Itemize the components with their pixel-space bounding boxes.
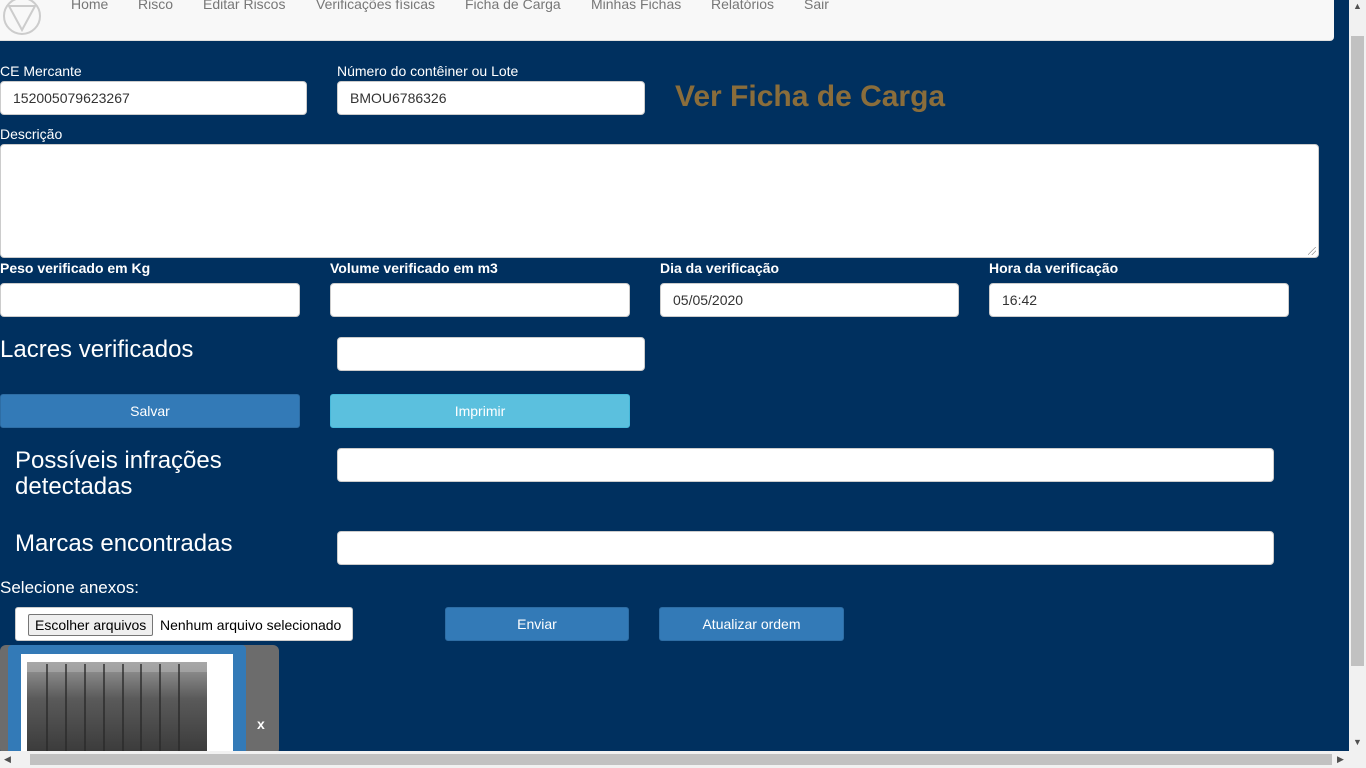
logo-icon[interactable] bbox=[2, 0, 42, 36]
hora-label: Hora da verificação bbox=[989, 260, 1119, 276]
ce-mercante-label: CE Mercante bbox=[0, 63, 82, 79]
scroll-down-icon[interactable]: ▼ bbox=[1353, 738, 1362, 747]
nav-minhas-fichas[interactable]: Minhas Fichas bbox=[591, 0, 681, 12]
volume-input[interactable] bbox=[330, 283, 630, 317]
peso-label: Peso verificado em Kg bbox=[0, 260, 151, 276]
nav-home[interactable]: Home bbox=[71, 0, 108, 12]
lacres-label: Lacres verificados bbox=[0, 336, 194, 363]
descricao-textarea[interactable] bbox=[0, 144, 1319, 258]
infracoes-label: Possíveis infrações detectadas bbox=[15, 447, 222, 500]
dia-date-input[interactable]: 05/05/2020 bbox=[660, 283, 959, 317]
salvar-button[interactable]: Salvar bbox=[0, 394, 300, 428]
nav-editar-riscos[interactable]: Editar Riscos bbox=[203, 0, 285, 12]
xray-scan-image[interactable] bbox=[21, 654, 233, 754]
container-label: Número do contêiner ou Lote bbox=[337, 63, 519, 79]
peso-input[interactable] bbox=[0, 283, 300, 317]
remove-attachment-button[interactable]: x bbox=[257, 716, 265, 732]
nav-risco[interactable]: Risco bbox=[138, 0, 173, 12]
choose-files-button[interactable]: Escolher arquivos bbox=[28, 614, 154, 636]
nav-relatorios[interactable]: Relatórios bbox=[711, 0, 774, 12]
ver-ficha-link[interactable]: Ver Ficha de Carga bbox=[675, 80, 945, 114]
resize-grip-icon[interactable] bbox=[1308, 247, 1316, 255]
enviar-button[interactable]: Enviar bbox=[445, 607, 629, 641]
container-input[interactable]: BMOU6786326 bbox=[337, 81, 645, 115]
nav-sair[interactable]: Sair bbox=[804, 0, 829, 12]
atualizar-ordem-button[interactable]: Atualizar ordem bbox=[659, 607, 844, 641]
horizontal-scrollbar-thumb[interactable] bbox=[30, 754, 1332, 765]
scroll-left-icon[interactable]: ◀ bbox=[4, 755, 11, 764]
file-input[interactable]: Escolher arquivos Nenhum arquivo selecio… bbox=[15, 607, 353, 641]
scroll-right-icon[interactable]: ▶ bbox=[1337, 755, 1344, 764]
nav-verificacoes[interactable]: Verificações físicas bbox=[316, 0, 435, 12]
top-navbar: Home Risco Editar Riscos Verificações fí… bbox=[0, 0, 1334, 41]
ce-mercante-input[interactable]: 152005079623267 bbox=[0, 81, 307, 115]
anexos-label: Selecione anexos: bbox=[0, 578, 139, 597]
hora-time-input[interactable]: 16:42 bbox=[989, 283, 1289, 317]
scroll-up-icon[interactable]: ▲ bbox=[1353, 2, 1362, 11]
descricao-label: Descrição bbox=[0, 126, 63, 142]
marcas-label: Marcas encontradas bbox=[15, 530, 233, 557]
marcas-input[interactable] bbox=[337, 531, 1274, 565]
dia-label: Dia da verificação bbox=[660, 260, 780, 276]
imprimir-button[interactable]: Imprimir bbox=[330, 394, 630, 428]
vertical-scrollbar-thumb[interactable] bbox=[1351, 36, 1364, 666]
lacres-input[interactable] bbox=[337, 337, 645, 371]
nav-ficha-de-carga[interactable]: Ficha de Carga bbox=[465, 0, 561, 12]
file-status-text: Nenhum arquivo selecionado bbox=[160, 617, 342, 633]
volume-label: Volume verificado em m3 bbox=[330, 260, 498, 276]
infracoes-input[interactable] bbox=[337, 448, 1274, 482]
